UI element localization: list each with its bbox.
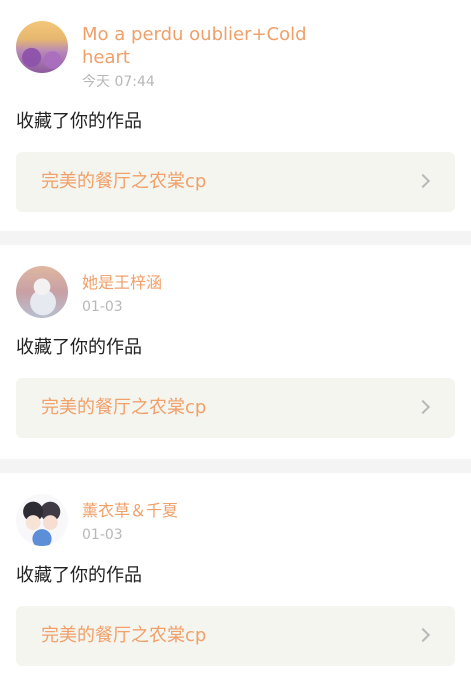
notification-item: Mo a perdu oublier+Cold heart 今天 07:44 收… bbox=[0, 0, 471, 231]
user-meta: 她是王梓涵 01-03 bbox=[82, 266, 162, 317]
action-text: 收藏了你的作品 bbox=[16, 337, 142, 358]
chevron-right-icon bbox=[422, 399, 432, 417]
avatar[interactable] bbox=[16, 266, 68, 318]
user-name[interactable]: 薰衣草＆千夏 bbox=[82, 496, 178, 522]
user-name[interactable]: Mo a perdu oublier+Cold heart bbox=[82, 23, 322, 69]
work-card[interactable]: 完美的餐厅之农棠cp bbox=[16, 378, 455, 438]
notification-feed: Mo a perdu oublier+Cold heart 今天 07:44 收… bbox=[0, 0, 471, 680]
chevron-right-icon bbox=[422, 173, 432, 191]
feed-separator bbox=[0, 231, 471, 245]
user-meta: Mo a perdu oublier+Cold heart 今天 07:44 bbox=[82, 21, 322, 92]
action-text: 收藏了你的作品 bbox=[16, 565, 142, 586]
work-title: 完美的餐厅之农棠cp bbox=[41, 171, 207, 192]
work-title: 完美的餐厅之农棠cp bbox=[41, 625, 207, 646]
notification-header: 她是王梓涵 01-03 bbox=[16, 266, 455, 318]
avatar[interactable] bbox=[16, 21, 68, 73]
timestamp: 01-03 bbox=[82, 299, 123, 315]
notification-item: 她是王梓涵 01-03 收藏了你的作品 完美的餐厅之农棠cp bbox=[0, 245, 471, 459]
feed-separator bbox=[0, 459, 471, 473]
user-name[interactable]: 她是王梓涵 bbox=[82, 268, 162, 294]
timestamp: 01-03 bbox=[82, 527, 123, 543]
timestamp: 今天 07:44 bbox=[82, 74, 155, 90]
notification-header: 薰衣草＆千夏 01-03 bbox=[16, 494, 455, 546]
avatar[interactable] bbox=[16, 494, 68, 546]
work-card[interactable]: 完美的餐厅之农棠cp bbox=[16, 152, 455, 212]
action-text: 收藏了你的作品 bbox=[16, 111, 142, 132]
work-card[interactable]: 完美的餐厅之农棠cp bbox=[16, 606, 455, 666]
notification-header: Mo a perdu oublier+Cold heart 今天 07:44 bbox=[16, 21, 455, 92]
work-title: 完美的餐厅之农棠cp bbox=[41, 397, 207, 418]
chevron-right-icon bbox=[422, 627, 432, 645]
notification-item: 薰衣草＆千夏 01-03 收藏了你的作品 完美的餐厅之农棠cp bbox=[0, 473, 471, 680]
user-meta: 薰衣草＆千夏 01-03 bbox=[82, 494, 178, 545]
